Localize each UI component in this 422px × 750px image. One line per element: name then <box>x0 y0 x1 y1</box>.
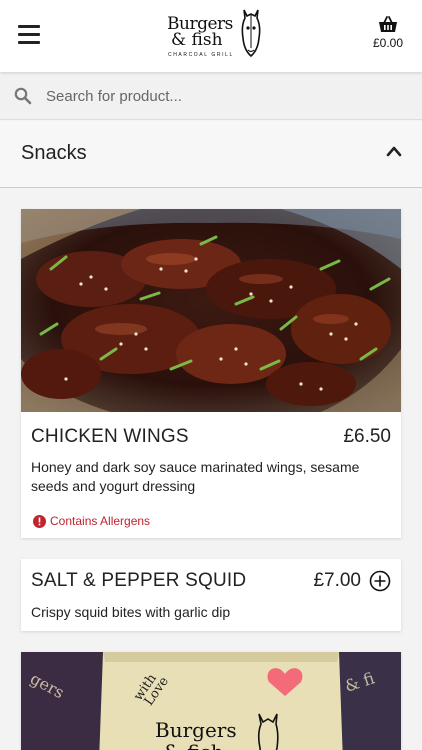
cart-button[interactable]: £0.00 <box>368 16 408 50</box>
allergen-warning[interactable]: Contains Allergens <box>33 514 150 528</box>
product-name: CHICKEN WINGS <box>31 426 189 447</box>
app: Burgers & fish CHARCOAL GRILL £0.00 Sear… <box>0 0 422 750</box>
product-price: £6.50 <box>343 426 391 447</box>
plus-circle-icon[interactable] <box>369 570 391 592</box>
category-header-snacks[interactable]: Snacks <box>0 121 422 188</box>
search-bar <box>0 72 422 120</box>
horse-icon <box>241 9 261 58</box>
product-card-chicken-wings[interactable]: CHICKEN WINGS £6.50 Honey and dark soy s… <box>21 209 401 538</box>
logo-line-2: & fish <box>171 30 223 50</box>
exclamation-circle-icon <box>33 514 46 528</box>
search-icon <box>14 87 32 105</box>
product-card-salt-pepper-squid[interactable]: SALT & PEPPER SQUID £7.00 Crispy squid b… <box>21 559 401 631</box>
search-input[interactable] <box>46 84 406 108</box>
basket-icon <box>379 16 397 32</box>
photo-logo-line-2: & fish <box>163 740 224 750</box>
cart-total: £0.00 <box>372 36 404 50</box>
category-title: Snacks <box>21 142 87 164</box>
product-description: Honey and dark soy sauce marinated wings… <box>31 459 360 494</box>
header: Burgers & fish CHARCOAL GRILL £0.00 <box>0 0 422 72</box>
chevron-up-icon[interactable] <box>386 145 402 157</box>
product-price: £7.00 <box>313 570 361 591</box>
product-photo <box>21 209 401 412</box>
product-card-partial[interactable]: gers & fi with Love Burgers & fish <box>21 652 401 750</box>
product-name: SALT & PEPPER SQUID <box>31 570 247 591</box>
allergen-label: Contains Allergens <box>50 514 151 528</box>
logo-tagline: CHARCOAL GRILL <box>168 52 234 58</box>
hamburger-menu-icon[interactable] <box>18 25 40 45</box>
photo-logo-line-1: Burgers <box>155 718 237 742</box>
logo[interactable]: Burgers & fish CHARCOAL GRILL <box>165 8 265 62</box>
product-description: Crispy squid bites with garlic dip <box>31 604 231 620</box>
